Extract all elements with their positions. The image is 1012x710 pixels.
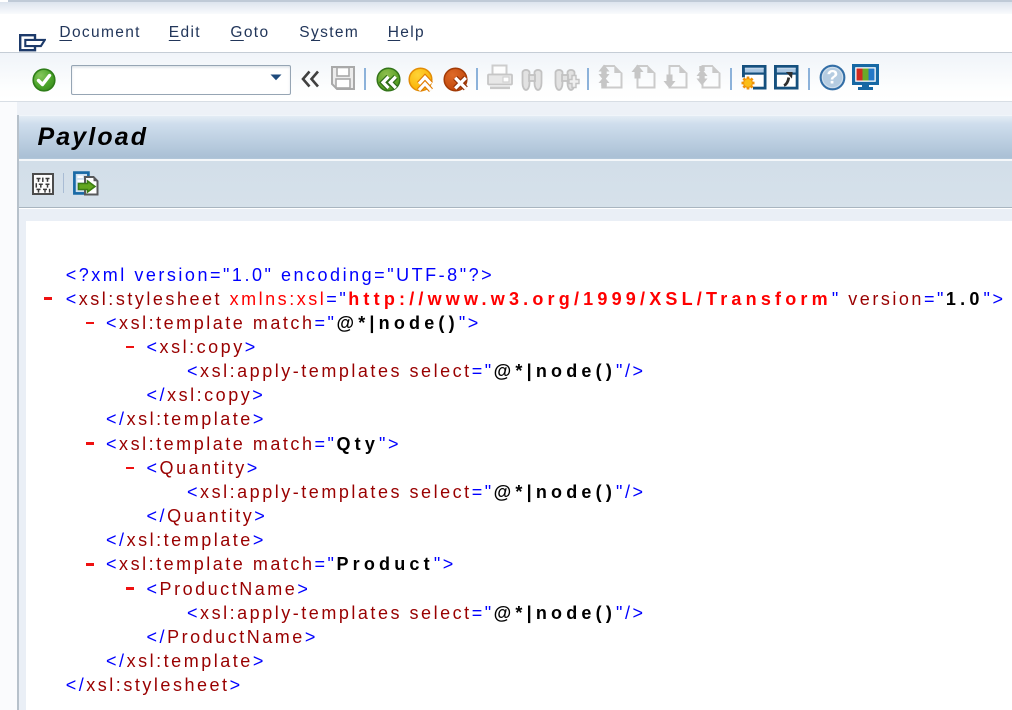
svg-text:?: ? [826,67,838,89]
